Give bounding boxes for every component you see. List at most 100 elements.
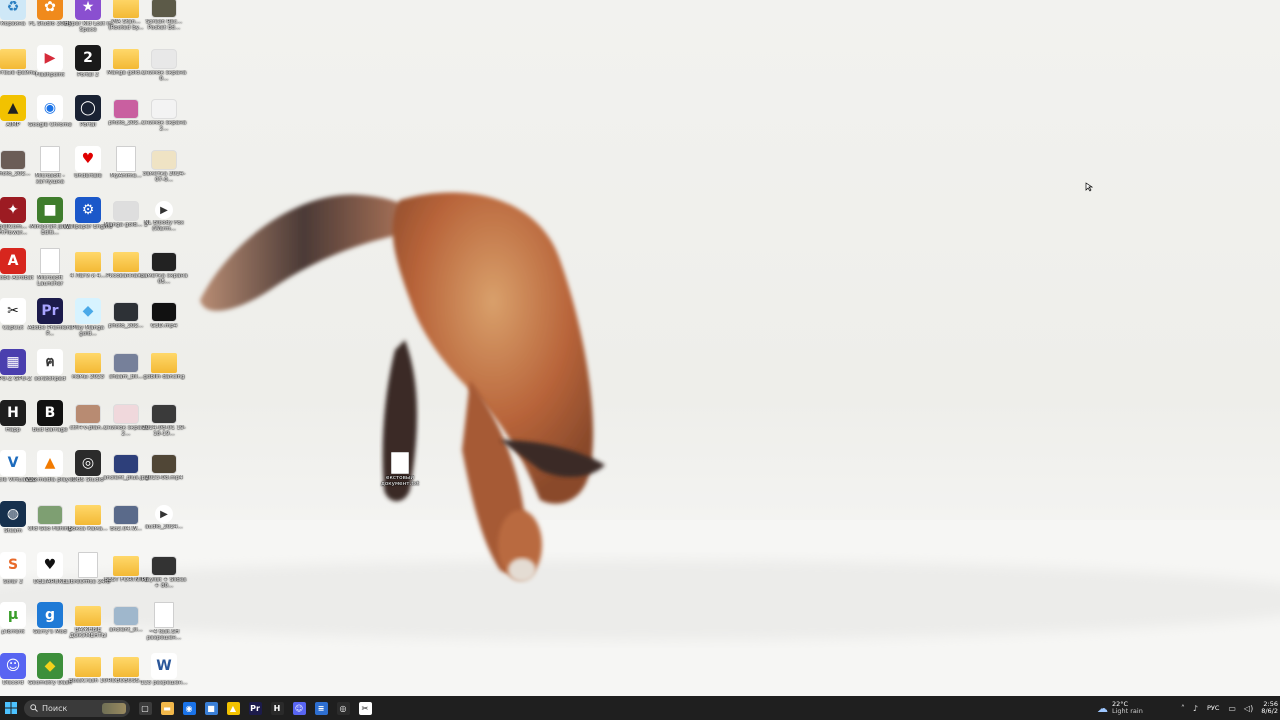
taskbar-app-notepad[interactable]: ≡ bbox=[310, 696, 332, 720]
desktop-icon[interactable]: µ µTorrent bbox=[0, 602, 31, 652]
desktop-icon[interactable]: Заметка экрана 05... bbox=[140, 248, 188, 298]
desktop-icon[interactable]: Заметка 2024-07-0... bbox=[143, 146, 185, 196]
desktop-icon[interactable]: 2023-08.mp4 bbox=[145, 450, 183, 500]
desktop-icon[interactable]: ☺ Discord bbox=[0, 653, 31, 696]
task-view-icon: ▢ bbox=[138, 701, 152, 715]
desktop-icon[interactable]: ▦GPU-Z GPU-Z bbox=[0, 349, 32, 399]
folder-icon bbox=[151, 353, 177, 373]
clock[interactable]: 2:56 8/6/2 bbox=[1261, 701, 1278, 715]
desktop-icon-label: Заметка экрана 05... bbox=[140, 273, 188, 286]
system-tray: ☁ 22°C Light rain ˄ ♪ РУС ▭ ◁) 2:56 8/6/… bbox=[1097, 696, 1280, 720]
desktop-icon[interactable]: ▶ NL Bloody Fox (Warm... bbox=[144, 197, 184, 247]
desktop-icon[interactable]: G3D.mp4 bbox=[146, 298, 182, 348]
app-icon: ◉ bbox=[37, 95, 63, 121]
folder-icon bbox=[75, 505, 101, 525]
chevron-up-icon[interactable]: ˄ bbox=[1181, 704, 1185, 713]
desktop-icon[interactable]: ✦SpellCom... - FrFlower... bbox=[0, 197, 31, 247]
taskbar-app-capcut[interactable]: ✂ bbox=[354, 696, 376, 720]
document-icon bbox=[40, 248, 60, 274]
app-icon: ▶ bbox=[37, 45, 63, 71]
desktop-icon-label: NL Bloody Fox (Warm... bbox=[144, 220, 184, 233]
desktop-icon[interactable]: S Solar 2 bbox=[0, 552, 31, 602]
desktop-icon[interactable]: ♥ DELTARUNE bbox=[32, 552, 68, 602]
app-icon: ★ bbox=[75, 0, 101, 20]
desktop-icon-label: 2024-08-01 19-18-19... bbox=[142, 425, 186, 438]
desktop-icon[interactable]: ~4 test.SH разрешен... bbox=[146, 602, 182, 652]
mouse-cursor-icon bbox=[1085, 182, 1093, 192]
fox-wallpaper bbox=[0, 192, 1280, 696]
start-button[interactable] bbox=[0, 696, 22, 720]
desktop-icon[interactable]: Microsoft - заглушка bbox=[32, 146, 68, 196]
app-icon: ฅ bbox=[37, 349, 63, 375]
desktop-icon[interactable]: ♥ Undertale bbox=[70, 146, 106, 196]
desktop[interactable]: ♻ Корзина ✿ FL Studio 2024 ★ Hyper Kid Lost i… bbox=[0, 0, 1280, 696]
taskbar-app-happ[interactable]: H bbox=[266, 696, 288, 720]
desktop-icon-label: goblin dancing bbox=[143, 374, 185, 380]
document-icon bbox=[154, 602, 174, 628]
taskbar-app-task-view[interactable]: ▢ bbox=[134, 696, 156, 720]
taskbar-app-store[interactable]: ■ bbox=[200, 696, 222, 720]
desktop-icon[interactable]: ✂ CapCut bbox=[0, 298, 31, 348]
desktop-icon[interactable]: Снимок экрана 0... bbox=[142, 45, 186, 95]
image-thumbnail-icon bbox=[151, 556, 177, 576]
aimp-icon: ▲ bbox=[226, 701, 240, 715]
desktop-icon[interactable]: W 123 разрешен... bbox=[141, 653, 187, 696]
taskbar: Поиск ▢ ▬ ◉ ■ ▲ Pr H ☺ ≡ ◎ ✂ ☁ 22°C Light rain ˄ ♪… bbox=[0, 696, 1280, 720]
app-icon: ✿ bbox=[37, 0, 63, 20]
desktop-icon[interactable]: Screen Rec... Pocket Ed... bbox=[146, 0, 182, 44]
desktop-icon-label: ~4 test.SH разрешен... bbox=[146, 629, 182, 642]
folder-icon bbox=[113, 252, 139, 272]
desktop-icon[interactable]: ◆ Geometry Dash bbox=[28, 653, 72, 696]
image-thumbnail-icon bbox=[113, 201, 139, 221]
media-file-icon: ▶ bbox=[155, 505, 173, 523]
app-icon: ▦ bbox=[0, 349, 26, 375]
desktop-icon[interactable]: goblin dancing bbox=[143, 349, 185, 399]
weather-widget[interactable]: ☁ 22°C Light rain bbox=[1097, 701, 1143, 715]
volume-icon[interactable]: ◁) bbox=[1244, 704, 1253, 713]
app-icon: ▲ bbox=[0, 95, 26, 121]
app-icon: ◆ bbox=[75, 298, 101, 324]
network-icon[interactable]: ▭ bbox=[1228, 704, 1236, 713]
text-document-icon bbox=[391, 452, 409, 474]
desktop-icon[interactable]: ■ Minecraft Java Editi... bbox=[30, 197, 70, 247]
app-icon: 2 bbox=[75, 45, 101, 71]
desktop-icon[interactable]: BossCrash 10 bbox=[69, 653, 107, 696]
desktop-icon[interactable]: ancient_sl... bbox=[108, 602, 144, 652]
desktop-icon[interactable]: ◉ Google Chrome bbox=[28, 95, 72, 145]
desktop-icon[interactable]: ▶ audio_2024... bbox=[145, 501, 183, 551]
language-indicator[interactable]: РУС bbox=[1207, 704, 1219, 712]
desktop-icon[interactable]: ROBOBUSS... bbox=[108, 653, 144, 696]
taskbar-search[interactable]: Поиск bbox=[24, 699, 130, 717]
desktop-text-file[interactable]: екстовый документ.txt bbox=[380, 452, 420, 488]
taskbar-app-aimp[interactable]: ▲ bbox=[222, 696, 244, 720]
desktop-icon[interactable]: Снимок экрана 2... bbox=[142, 95, 186, 145]
desktop-icon[interactable]: 2024-08-01 19-18-19... bbox=[142, 400, 186, 450]
taskbar-app-premiere[interactable]: Pr bbox=[244, 696, 266, 720]
desktop-icon[interactable]: Playlist + Slides + 80... bbox=[142, 552, 186, 602]
desktop-icon[interactable]: H Happ bbox=[0, 400, 31, 450]
folder-icon bbox=[113, 556, 139, 576]
app-icon: ◍ bbox=[0, 501, 26, 527]
desktop-icon[interactable]: ▲ VLC media player bbox=[25, 450, 75, 500]
notepad-icon: ≡ bbox=[314, 701, 328, 715]
desktop-icon[interactable]: ▲ AIMP bbox=[0, 95, 31, 145]
taskbar-app-discord[interactable]: ☺ bbox=[288, 696, 310, 720]
app-icon: ♥ bbox=[75, 146, 101, 172]
app-icon: g bbox=[37, 602, 63, 628]
taskbar-app-chrome[interactable]: ◉ bbox=[178, 696, 200, 720]
desktop-icon[interactable]: AAdobe Acrobat bbox=[0, 248, 34, 298]
desktop-icon[interactable]: VOracle VirtualBox bbox=[0, 450, 37, 500]
folder-icon bbox=[113, 49, 139, 69]
app-icon: ▲ bbox=[37, 450, 63, 476]
store-icon: ■ bbox=[204, 701, 218, 715]
desktop-icon[interactable]: мертвые файлы bbox=[0, 45, 37, 95]
taskbar-app-obs[interactable]: ◎ bbox=[332, 696, 354, 720]
document-icon bbox=[116, 146, 136, 172]
desktop-icon-label: Заметка 2024-07-0... bbox=[142, 171, 186, 184]
desktop-icon[interactable]: ▶ Flashpoint bbox=[32, 45, 68, 95]
microphone-icon[interactable]: ♪ bbox=[1193, 704, 1198, 713]
desktop-icon[interactable]: Pr Adobe Premiere P... bbox=[28, 298, 72, 348]
taskbar-app-file-explorer[interactable]: ▬ bbox=[156, 696, 178, 720]
desktop-icon[interactable]: photo_202... bbox=[0, 146, 31, 196]
app-icon: A bbox=[0, 248, 26, 274]
